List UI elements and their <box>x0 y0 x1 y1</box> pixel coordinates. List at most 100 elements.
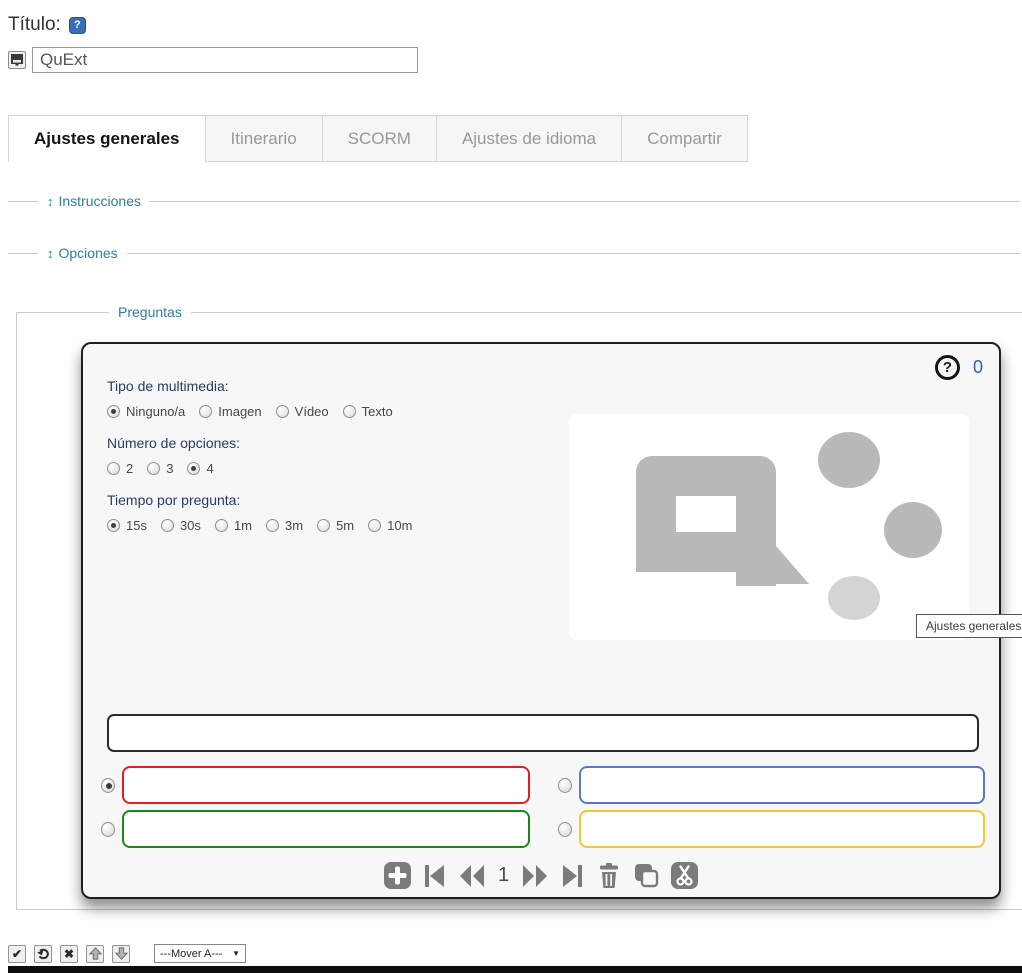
section-instrucciones-header[interactable]: ↕Instrucciones <box>38 193 150 209</box>
radio-15s[interactable] <box>107 519 120 532</box>
time-label: Tiempo por pregunta: <box>107 492 426 508</box>
radio-option[interactable]: 30s <box>161 518 201 533</box>
screen-icon <box>11 54 23 66</box>
radio-option[interactable]: Texto <box>343 404 393 419</box>
close-icon: ✖ <box>64 947 74 961</box>
radio-option[interactable]: Imagen <box>199 404 261 419</box>
previous-question-button[interactable] <box>458 863 485 889</box>
radio-option[interactable]: 4 <box>187 461 213 476</box>
page: Título: ? Ajustes generales Itinerario S… <box>0 0 1022 973</box>
first-question-button[interactable] <box>422 863 447 889</box>
move-up-button[interactable] <box>86 945 104 963</box>
radio-label: Ninguno/a <box>126 404 185 419</box>
radio-label: Vídeo <box>295 404 329 419</box>
radio-imagen[interactable] <box>199 405 212 418</box>
radio-ninguno[interactable] <box>107 405 120 418</box>
answer-radio-2[interactable] <box>558 778 572 793</box>
radio-option[interactable]: 10m <box>368 518 412 533</box>
duplicate-question-button[interactable] <box>633 862 660 889</box>
tab-compartir[interactable]: Compartir <box>621 115 748 162</box>
move-to-select[interactable]: ---Mover A--- ▼ <box>154 944 246 963</box>
section-instrucciones: ↕Instrucciones <box>8 193 1020 209</box>
radio-label: 1m <box>234 518 252 533</box>
radio-label: 2 <box>126 461 133 476</box>
radio-1m[interactable] <box>215 519 228 532</box>
radio-5m[interactable] <box>317 519 330 532</box>
section-opciones-header[interactable]: ↕Opciones <box>38 245 127 261</box>
next-question-button[interactable] <box>522 863 549 889</box>
radio-option[interactable]: 1m <box>215 518 252 533</box>
add-question-button[interactable] <box>384 862 411 889</box>
radio-4[interactable] <box>187 462 200 475</box>
radio-option[interactable]: 2 <box>107 461 133 476</box>
radio-label: Texto <box>362 404 393 419</box>
answer-radio-4[interactable] <box>558 822 572 837</box>
tab-scorm[interactable]: SCORM <box>322 115 437 162</box>
title-help-icon[interactable]: ? <box>69 17 86 34</box>
radio-label: 10m <box>387 518 412 533</box>
last-icon <box>560 863 585 889</box>
radio-option[interactable]: Vídeo <box>276 404 329 419</box>
tab-ajustes-generales[interactable]: Ajustes generales <box>8 115 206 162</box>
trash-icon <box>596 862 622 889</box>
radio-video[interactable] <box>276 405 289 418</box>
answer-radio-3[interactable] <box>101 822 115 837</box>
tab-bar: Ajustes generales Itinerario SCORM Ajust… <box>8 115 1022 162</box>
section-instrucciones-label: Instrucciones <box>59 193 141 209</box>
media-type-options: Ninguno/a Imagen Vídeo Texto <box>107 404 426 419</box>
panel-counter-area: ? 0 <box>935 355 983 380</box>
radio-option[interactable]: Ninguno/a <box>107 404 185 419</box>
move-to-label: ---Mover A--- <box>160 948 222 960</box>
tooltip: Ajustes generales <box>916 614 1022 638</box>
question-text-input[interactable] <box>107 714 979 752</box>
resize-vertical-icon: ↕ <box>47 246 54 261</box>
cut-question-button[interactable] <box>671 862 698 889</box>
radio-label: Imagen <box>218 404 261 419</box>
answer-input-blue[interactable] <box>579 766 985 804</box>
confirm-button[interactable]: ✔ <box>8 945 26 963</box>
section-preguntas: Preguntas ? 0 Tipo de multimedia: Ningun… <box>16 304 1022 910</box>
undo-icon <box>37 947 50 960</box>
num-options-label: Número de opciones: <box>107 435 426 451</box>
question-navbar: 1 <box>83 862 999 889</box>
time-options: 15s 30s 1m 3m 5m 10m <box>107 518 426 533</box>
check-icon: ✔ <box>12 947 22 961</box>
answer-input-yellow[interactable] <box>579 810 985 848</box>
idevice-toolbar: ✔ ✖ ---Mover A--- ▼ <box>8 944 1022 963</box>
first-icon <box>422 863 447 889</box>
tab-ajustes-de-idioma[interactable]: Ajustes de idioma <box>436 115 622 162</box>
answer-radio-1[interactable] <box>101 778 115 793</box>
radio-3[interactable] <box>147 462 160 475</box>
radio-option[interactable]: 15s <box>107 518 147 533</box>
move-down-button[interactable] <box>112 945 130 963</box>
delete-idevice-button[interactable]: ✖ <box>60 945 78 963</box>
quext-logo <box>569 414 969 640</box>
title-input[interactable] <box>32 47 418 73</box>
delete-question-button[interactable] <box>596 862 622 889</box>
section-preguntas-label: Preguntas <box>118 304 182 320</box>
undo-button[interactable] <box>34 945 52 963</box>
answer-row-2 <box>101 810 985 848</box>
answer-input-green[interactable] <box>122 810 530 848</box>
next-icon <box>522 863 549 889</box>
tab-itinerario[interactable]: Itinerario <box>205 115 323 162</box>
chevron-down-icon: ▼ <box>232 949 240 958</box>
radio-3m[interactable] <box>266 519 279 532</box>
arrow-up-icon <box>89 947 102 960</box>
section-preguntas-header[interactable]: Preguntas <box>109 304 191 320</box>
radio-30s[interactable] <box>161 519 174 532</box>
radio-10m[interactable] <box>368 519 381 532</box>
radio-2[interactable] <box>107 462 120 475</box>
panel-help-icon[interactable]: ? <box>935 355 960 380</box>
radio-label: 30s <box>180 518 201 533</box>
media-type-label: Tipo de multimedia: <box>107 378 426 394</box>
radio-texto[interactable] <box>343 405 356 418</box>
radio-option[interactable]: 3 <box>147 461 173 476</box>
bottom-divider-bar <box>8 966 1022 973</box>
answer-input-red[interactable] <box>122 766 530 804</box>
last-question-button[interactable] <box>560 863 585 889</box>
radio-option[interactable]: 5m <box>317 518 354 533</box>
media-preview-icon[interactable] <box>8 51 26 69</box>
radio-option[interactable]: 3m <box>266 518 303 533</box>
title-label: Título: <box>8 14 61 36</box>
